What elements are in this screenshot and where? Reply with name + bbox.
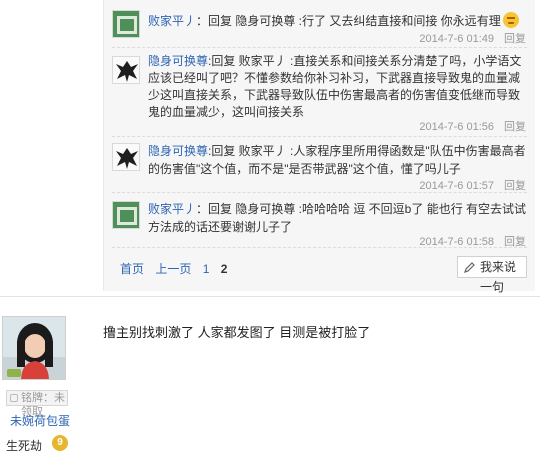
say-button-label: 我来说一句 [480, 260, 517, 294]
reply-username[interactable]: 隐身可换尊 [148, 54, 208, 68]
reply-time: 2014-7-6 01:49 [419, 33, 494, 45]
user-avatar[interactable] [2, 316, 66, 380]
reply-meta: 2014-7-6 01:56 回复 [419, 118, 526, 134]
lock-icon [10, 394, 18, 402]
reply-body: 败家平丿：回复 隐身可换尊 :哈哈哈哈 逗 不回逗b了 能也行 有空去试试 方法… [148, 200, 528, 236]
reply-list: 败家平丿：回复 隐身可换尊 :行了 又去纠结直接和间接 你永远有理 2014-7… [103, 0, 535, 294]
reply-button[interactable]: 回复 [504, 33, 526, 45]
reply-body: 隐身可换尊:回复 败家平丿 :人家程序里所用得函数是"队伍中伤害最高者的伤害值"… [148, 142, 528, 178]
reply-meta: 2014-7-6 01:49 回复 [419, 30, 526, 46]
say-something-button[interactable]: 我来说一句 [457, 256, 527, 294]
reply-username[interactable]: 败家平丿 [148, 14, 196, 28]
reply-divider [112, 192, 527, 193]
level-name: 生死劫 [6, 439, 43, 453]
reply-button[interactable]: 回复 [504, 180, 526, 192]
reply-divider [112, 136, 527, 137]
reply-body: 隐身可换尊:回复 败家平丿 :直接关系和间接关系分清楚了吗，小学语文应该已经叫了… [148, 53, 528, 121]
pager-prev[interactable]: 上一页 [155, 262, 191, 276]
reply-text: ：回复 隐身可换尊 :行了 又去纠结直接和间接 你永远有理 [196, 14, 501, 28]
reply-divider [112, 247, 527, 248]
green-frame-avatar-icon[interactable] [112, 201, 140, 229]
post-author: 铭牌：未领取 未婉荷包蛋 生死劫 9 [0, 297, 90, 461]
reply-divider [112, 47, 527, 48]
level-badge[interactable]: 9 [52, 435, 68, 451]
reply-time: 2014-7-6 01:56 [419, 121, 494, 133]
pager-first[interactable]: 首页 [120, 262, 144, 276]
reply-username[interactable]: 隐身可换尊 [148, 144, 208, 158]
reply-time: 2014-7-6 01:57 [419, 180, 494, 192]
reply-pager: 首页 上一页 1 2 [120, 260, 235, 277]
black-bird-avatar-icon[interactable] [112, 143, 140, 171]
pager-current-page: 2 [220, 262, 228, 276]
nameplate-badge: 铭牌：未领取 [6, 390, 68, 418]
angry-face-icon [502, 12, 519, 28]
pager-page-1[interactable]: 1 [203, 262, 210, 276]
post-content: 撸主别找刺激了 人家都发图了 目测是被打脸了 [103, 325, 371, 340]
reply-username[interactable]: 败家平丿 [148, 202, 196, 216]
pencil-icon [464, 262, 475, 273]
post-username[interactable]: 未婉荷包蛋 [10, 412, 70, 429]
reply-text: ：回复 隐身可换尊 :哈哈哈哈 逗 不回逗b了 能也行 有空去试试 方法成的话还… [148, 202, 527, 234]
reply-meta: 2014-7-6 01:57 回复 [419, 177, 526, 193]
reply-body: 败家平丿：回复 隐身可换尊 :行了 又去纠结直接和间接 你永远有理 [148, 12, 528, 30]
black-bird-avatar-icon[interactable] [112, 56, 140, 84]
reply-button[interactable]: 回复 [504, 121, 526, 133]
green-frame-avatar-icon[interactable] [112, 10, 140, 38]
